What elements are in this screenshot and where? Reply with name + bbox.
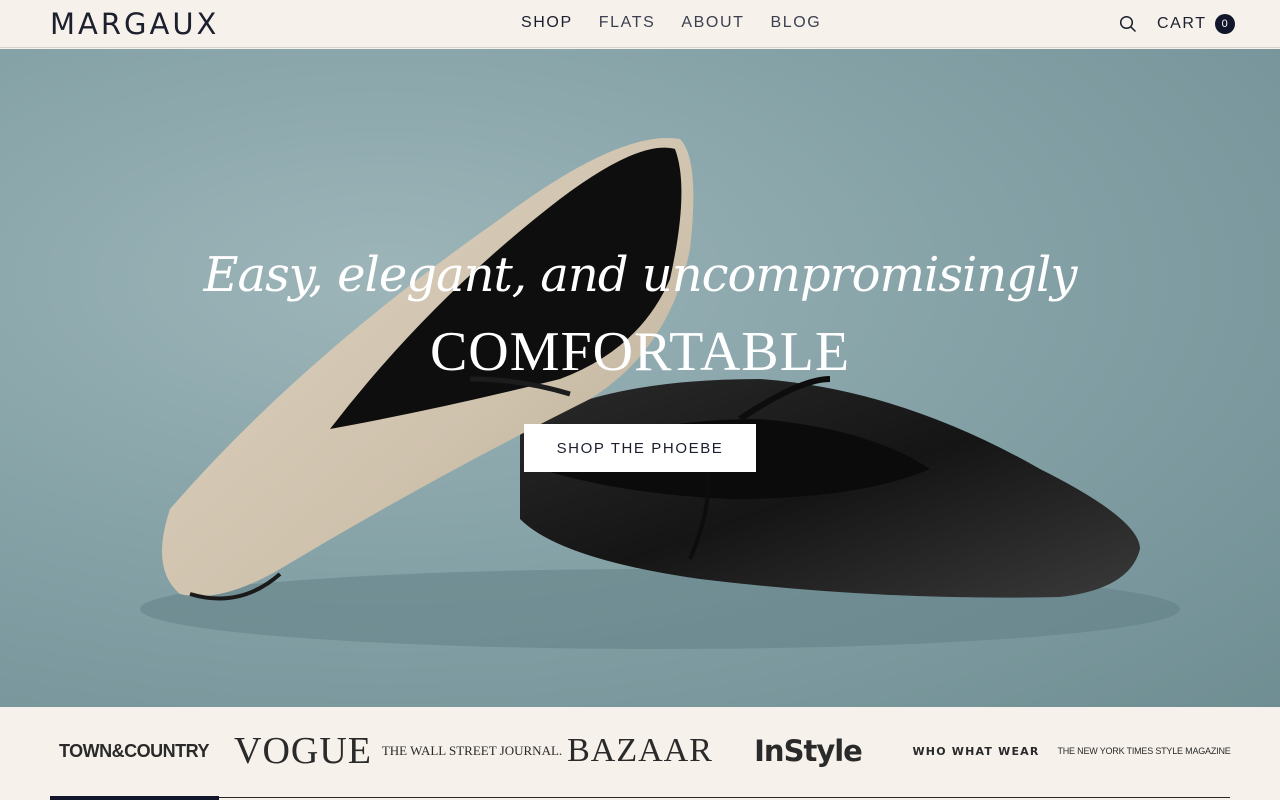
press-logo-bazaar: BAZAAR <box>567 732 713 769</box>
nav-shop[interactable]: SHOP <box>521 14 573 32</box>
main-nav: SHOP FLATS ABOUT BLOG <box>521 14 821 32</box>
active-tab-indicator <box>50 796 219 800</box>
hero-tagline: Easy, elegant, and uncompromisingly <box>203 247 1078 303</box>
cart-label: CART <box>1157 15 1207 32</box>
cart-button[interactable]: CART 0 <box>1157 14 1235 34</box>
shop-the-phoebe-button[interactable]: SHOP THE PHOEBE <box>524 424 756 472</box>
hero-title: COMFORTABLE <box>429 321 851 383</box>
nav-blog[interactable]: BLOG <box>770 14 821 32</box>
hero-banner: Easy, elegant, and uncompromisingly COMF… <box>0 49 1280 707</box>
search-icon[interactable] <box>1119 15 1137 33</box>
press-logo-nyt-style: THE NEW YORK TIMES STYLE MAGAZINE <box>1057 746 1231 756</box>
nav-flats[interactable]: FLATS <box>599 14 656 32</box>
divider <box>50 797 1230 798</box>
press-logo-wsj: THE WALL STREET JOURNAL. <box>381 743 563 758</box>
press-logo-town-country: TOWN&COUNTRY <box>59 740 210 761</box>
press-logos-bar: TOWN&COUNTRY VOGUE THE WALL STREET JOURN… <box>0 707 1280 800</box>
brand-logo[interactable]: MARGAUX <box>50 7 219 41</box>
press-logo-who-what-wear: WHO WHAT WEAR <box>912 744 1040 758</box>
press-logo-instyle: InStyle <box>754 734 863 768</box>
nav-about[interactable]: ABOUT <box>681 14 744 32</box>
press-logo-vogue: VOGUE <box>234 730 372 772</box>
cart-count-badge: 0 <box>1214 14 1235 34</box>
site-header: MARGAUX SHOP FLATS ABOUT BLOG CART 0 <box>0 0 1280 48</box>
